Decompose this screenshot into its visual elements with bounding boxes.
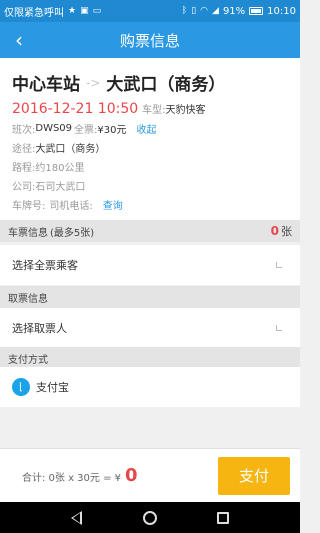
page-title: 购票信息 — [119, 31, 180, 50]
vibrate-icon: ▯ — [191, 5, 197, 16]
emergency-call-text: 仅限紧急呼叫 — [4, 7, 64, 19]
total-summary: 合计: 0张 x 30元 = ¥ 0 — [22, 465, 138, 486]
fare-value: ¥30元 — [97, 125, 127, 136]
departure-time: 2016-12-21 10:50 — [12, 101, 139, 117]
company-label: 公司: — [12, 182, 36, 193]
back-button[interactable]: ‹ — [6, 26, 32, 54]
nav-back-button[interactable] — [62, 506, 92, 530]
alipay-option[interactable]: ⌊ 支付宝 — [0, 367, 300, 407]
square-recents-icon — [217, 511, 230, 524]
payment-section-header: 支付方式 — [0, 347, 300, 369]
battery-icon — [249, 7, 264, 15]
origin-station: 中心车站 — [12, 75, 80, 95]
plate-label: 车牌号: — [12, 201, 46, 212]
chevron-left-icon: ‹ — [15, 28, 23, 52]
ticket-count-unit: 张 — [281, 225, 292, 238]
select-pickup-row[interactable]: 选择取票人 — [0, 308, 300, 348]
company-row: 公司: 石司大武口 — [12, 178, 288, 193]
photo-icon: ▭ — [92, 5, 102, 16]
route-arrow: -> — [86, 75, 101, 90]
corner-indicator-icon — [276, 262, 282, 268]
ticket-count-value: 0 — [270, 224, 279, 238]
payment-section-title: 支付方式 — [8, 354, 48, 366]
via-value: 大武口（商务） — [35, 144, 106, 155]
destination-station: 大武口（商务） — [106, 75, 226, 95]
departure-row: 2016-12-21 10:50 车型: 天豹快客 — [12, 101, 288, 117]
trip-info-card: 中心车站 -> 大武口（商务） 2016-12-21 10:50 车型: 天豹快… — [0, 58, 300, 220]
fare-label: 全票: — [74, 125, 98, 136]
alipay-icon: ⌊ — [12, 378, 30, 396]
shift-number: DWS09 — [35, 123, 73, 134]
star-icon: ★ — [68, 5, 77, 16]
battery-percent: 91% — [222, 5, 246, 17]
nav-home-button[interactable] — [135, 506, 165, 530]
total-text: 合计: 0张 x 30元 = ¥ — [22, 473, 122, 484]
shift-label: 班次: — [12, 125, 36, 136]
ticket-section-title: 车票信息 — [8, 227, 48, 239]
select-pickup-label: 选择取票人 — [12, 322, 67, 335]
bluetooth-icon: ᛒ — [181, 5, 188, 16]
title-bar: ‹ 购票信息 — [0, 22, 300, 58]
triangle-back-icon — [71, 510, 83, 525]
sim-icon: ▣ — [80, 5, 89, 16]
ticket-section-header: 车票信息 (最多5张) 0张 — [0, 220, 300, 242]
pickup-section-header: 取票信息 — [0, 286, 300, 308]
select-passenger-row[interactable]: 选择全票乘客 — [0, 245, 300, 285]
ticket-count: 0张 — [271, 223, 292, 239]
distance-row: 路程: 约180公里 — [12, 159, 288, 174]
wifi-icon: ◠ — [200, 5, 209, 16]
system-nav-bar — [0, 502, 300, 533]
clock: 10:10 — [267, 5, 296, 17]
circle-home-icon — [142, 510, 157, 525]
driver-phone-label: 司机电话: — [49, 201, 93, 212]
status-bar: 仅限紧急呼叫 ★ ▣ ▭ ᛒ ▯ ◠ ◢ 91% 10:10 — [0, 0, 300, 22]
ticket-limit: (最多5张) — [50, 227, 95, 239]
via-label: 途径: — [12, 144, 36, 155]
company-value: 石司大武口 — [35, 182, 86, 193]
nav-recents-button[interactable] — [208, 506, 238, 530]
checkout-bar: 合计: 0张 x 30元 = ¥ 0 支付 — [0, 448, 300, 502]
plate-row: 车牌号: 司机电话: 查询 — [12, 197, 288, 212]
pay-button[interactable]: 支付 — [218, 456, 290, 495]
pickup-section-title: 取票信息 — [8, 293, 48, 305]
signal-icon: ◢ — [212, 5, 219, 16]
alipay-label: 支付宝 — [36, 381, 69, 394]
collapse-link[interactable]: 收起 — [137, 121, 157, 136]
select-passenger-label: 选择全票乘客 — [12, 259, 78, 272]
route-header: 中心车站 -> 大武口（商务） — [12, 70, 288, 95]
via-row: 途径: 大武口（商务） — [12, 140, 288, 155]
query-link[interactable]: 查询 — [103, 197, 123, 212]
shift-row: 班次: DWS09 全票: ¥30元 收起 — [12, 121, 288, 136]
car-type: 天豹快客 — [165, 105, 206, 116]
corner-indicator-icon — [276, 325, 282, 331]
distance-label: 路程: — [12, 163, 36, 174]
distance-value: 约180公里 — [35, 163, 85, 174]
car-type-label: 车型: — [142, 105, 166, 116]
total-amount: 0 — [125, 465, 138, 486]
